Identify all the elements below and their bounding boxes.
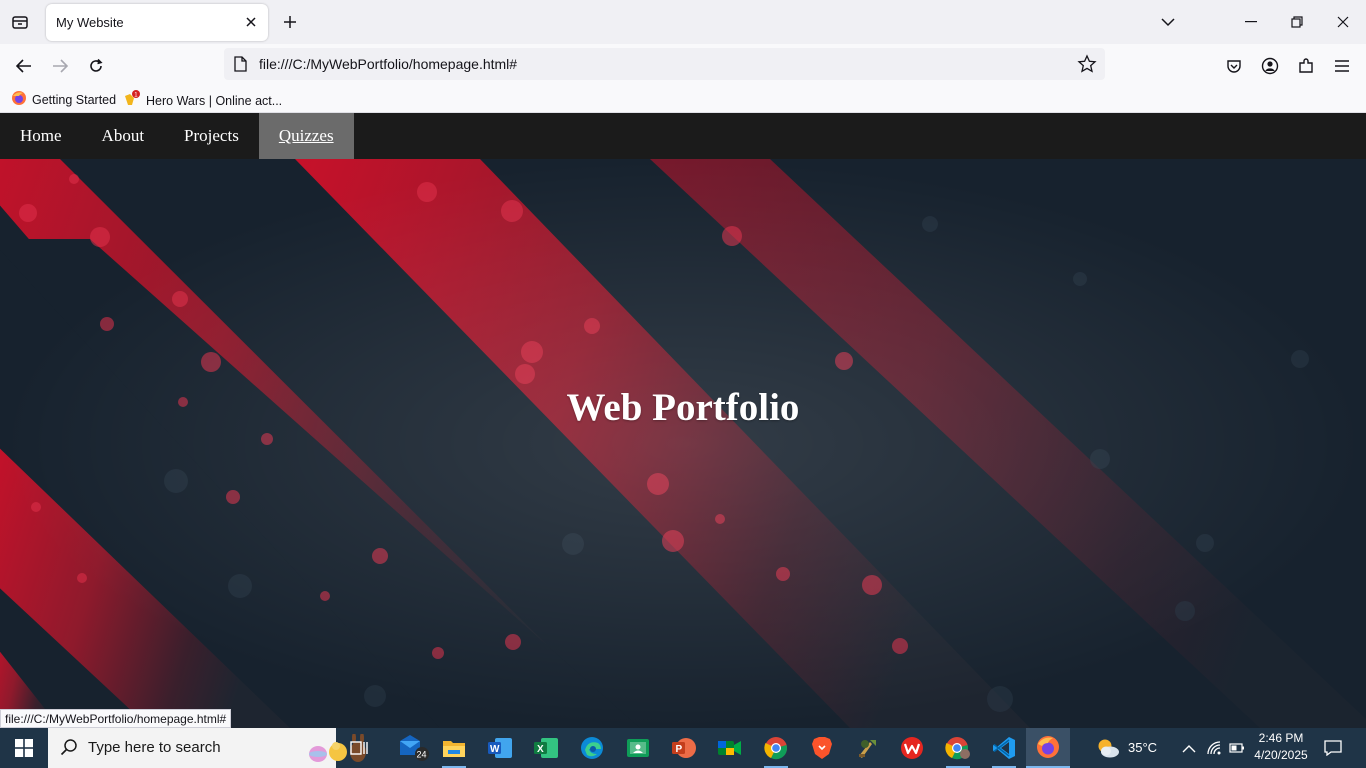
mail-badge: 24 xyxy=(417,750,427,760)
wps-icon[interactable] xyxy=(890,728,934,768)
search-placeholder: Type here to search xyxy=(88,739,221,756)
site-nav: Home About Projects Quizzes xyxy=(0,113,1366,159)
bookmark-getting-started[interactable]: Getting Started xyxy=(11,90,116,109)
excel-icon[interactable]: X xyxy=(524,728,568,768)
web-page: Home About Projects Quizzes Web Portfoli… xyxy=(0,113,1366,728)
firefox-icon xyxy=(11,90,27,109)
network-icon[interactable] xyxy=(1202,728,1226,768)
hero-banner: Web Portfolio xyxy=(0,159,1366,728)
taskbar: Type here to search 24 W X P 35°C 2:46 P… xyxy=(0,728,1366,768)
pocket-icon[interactable] xyxy=(1220,52,1248,80)
edge-icon[interactable] xyxy=(570,728,614,768)
browser-titlebar: My Website xyxy=(0,0,1366,44)
nav-quizzes[interactable]: Quizzes xyxy=(258,113,354,159)
url-text[interactable]: file:///C:/MyWebPortfolio/homepage.html# xyxy=(259,56,517,72)
firefox-taskbar-icon[interactable] xyxy=(1026,728,1070,768)
weather-icon[interactable] xyxy=(1086,728,1130,768)
reload-icon[interactable] xyxy=(82,52,110,80)
hero-background xyxy=(0,159,1366,728)
mail-icon[interactable]: 24 xyxy=(392,728,436,768)
browser-tab[interactable]: My Website xyxy=(46,4,268,41)
windows-start-icon[interactable] xyxy=(0,728,48,768)
new-tab-icon[interactable] xyxy=(278,10,302,34)
bookmarks-bar: Getting Started 1 Hero Wars | Online act… xyxy=(0,84,1366,113)
account-icon[interactable] xyxy=(1256,52,1284,80)
nav-home[interactable]: Home xyxy=(0,113,82,159)
clock-date: 4/20/2025 xyxy=(1254,748,1308,762)
bookmark-star-icon[interactable] xyxy=(1077,54,1097,79)
weather-temperature[interactable]: 35°C xyxy=(1128,740,1157,755)
bookmark-label: Getting Started xyxy=(32,92,117,107)
brave-icon[interactable] xyxy=(800,728,844,768)
extensions-icon[interactable] xyxy=(1292,52,1320,80)
battery-icon[interactable] xyxy=(1226,728,1248,768)
nav-projects[interactable]: Projects xyxy=(164,113,259,159)
svg-text:W: W xyxy=(490,744,500,755)
hero-wars-icon: 1 xyxy=(123,90,141,111)
classroom-icon[interactable] xyxy=(616,728,660,768)
game-icon[interactable] xyxy=(846,728,890,768)
minimize-icon[interactable] xyxy=(1228,0,1274,44)
taskbar-clock[interactable]: 2:46 PM 4/20/2025 xyxy=(1248,730,1314,764)
bookmark-hero-wars[interactable]: 1 Hero Wars | Online act... xyxy=(123,90,282,111)
vscode-icon[interactable] xyxy=(982,728,1026,768)
status-url: file:///C:/MyWebPortfolio/homepage.html# xyxy=(0,709,232,728)
taskbar-search[interactable]: Type here to search xyxy=(48,728,366,768)
notifications-icon[interactable] xyxy=(1318,728,1348,768)
hero-title: Web Portfolio xyxy=(566,386,800,429)
word-icon[interactable]: W xyxy=(478,728,522,768)
chrome-icon[interactable] xyxy=(754,728,798,768)
menu-icon[interactable] xyxy=(1328,52,1356,80)
bookmark-label: Hero Wars | Online act... xyxy=(146,93,283,108)
back-icon[interactable] xyxy=(10,52,38,80)
tab-list-icon[interactable] xyxy=(6,8,34,36)
chevron-down-icon[interactable] xyxy=(1156,10,1180,34)
clock-time: 2:46 PM xyxy=(1258,731,1304,745)
meet-icon[interactable] xyxy=(708,728,752,768)
restore-icon[interactable] xyxy=(1274,0,1320,44)
file-explorer-icon[interactable] xyxy=(432,728,476,768)
nav-about[interactable]: About xyxy=(82,113,165,159)
task-view-icon[interactable] xyxy=(338,728,382,768)
tab-title: My Website xyxy=(56,15,124,30)
url-bar[interactable]: file:///C:/MyWebPortfolio/homepage.html# xyxy=(224,48,1105,80)
svg-text:X: X xyxy=(537,744,544,755)
close-window-icon[interactable] xyxy=(1320,0,1366,44)
chrome-profile-icon[interactable] xyxy=(936,728,980,768)
tray-chevron-up-icon[interactable] xyxy=(1176,728,1202,768)
search-icon xyxy=(60,738,78,761)
page-icon xyxy=(234,56,247,77)
forward-icon[interactable] xyxy=(46,52,74,80)
powerpoint-icon[interactable]: P xyxy=(662,728,706,768)
svg-text:P: P xyxy=(676,744,683,755)
close-tab-icon[interactable] xyxy=(242,13,260,31)
